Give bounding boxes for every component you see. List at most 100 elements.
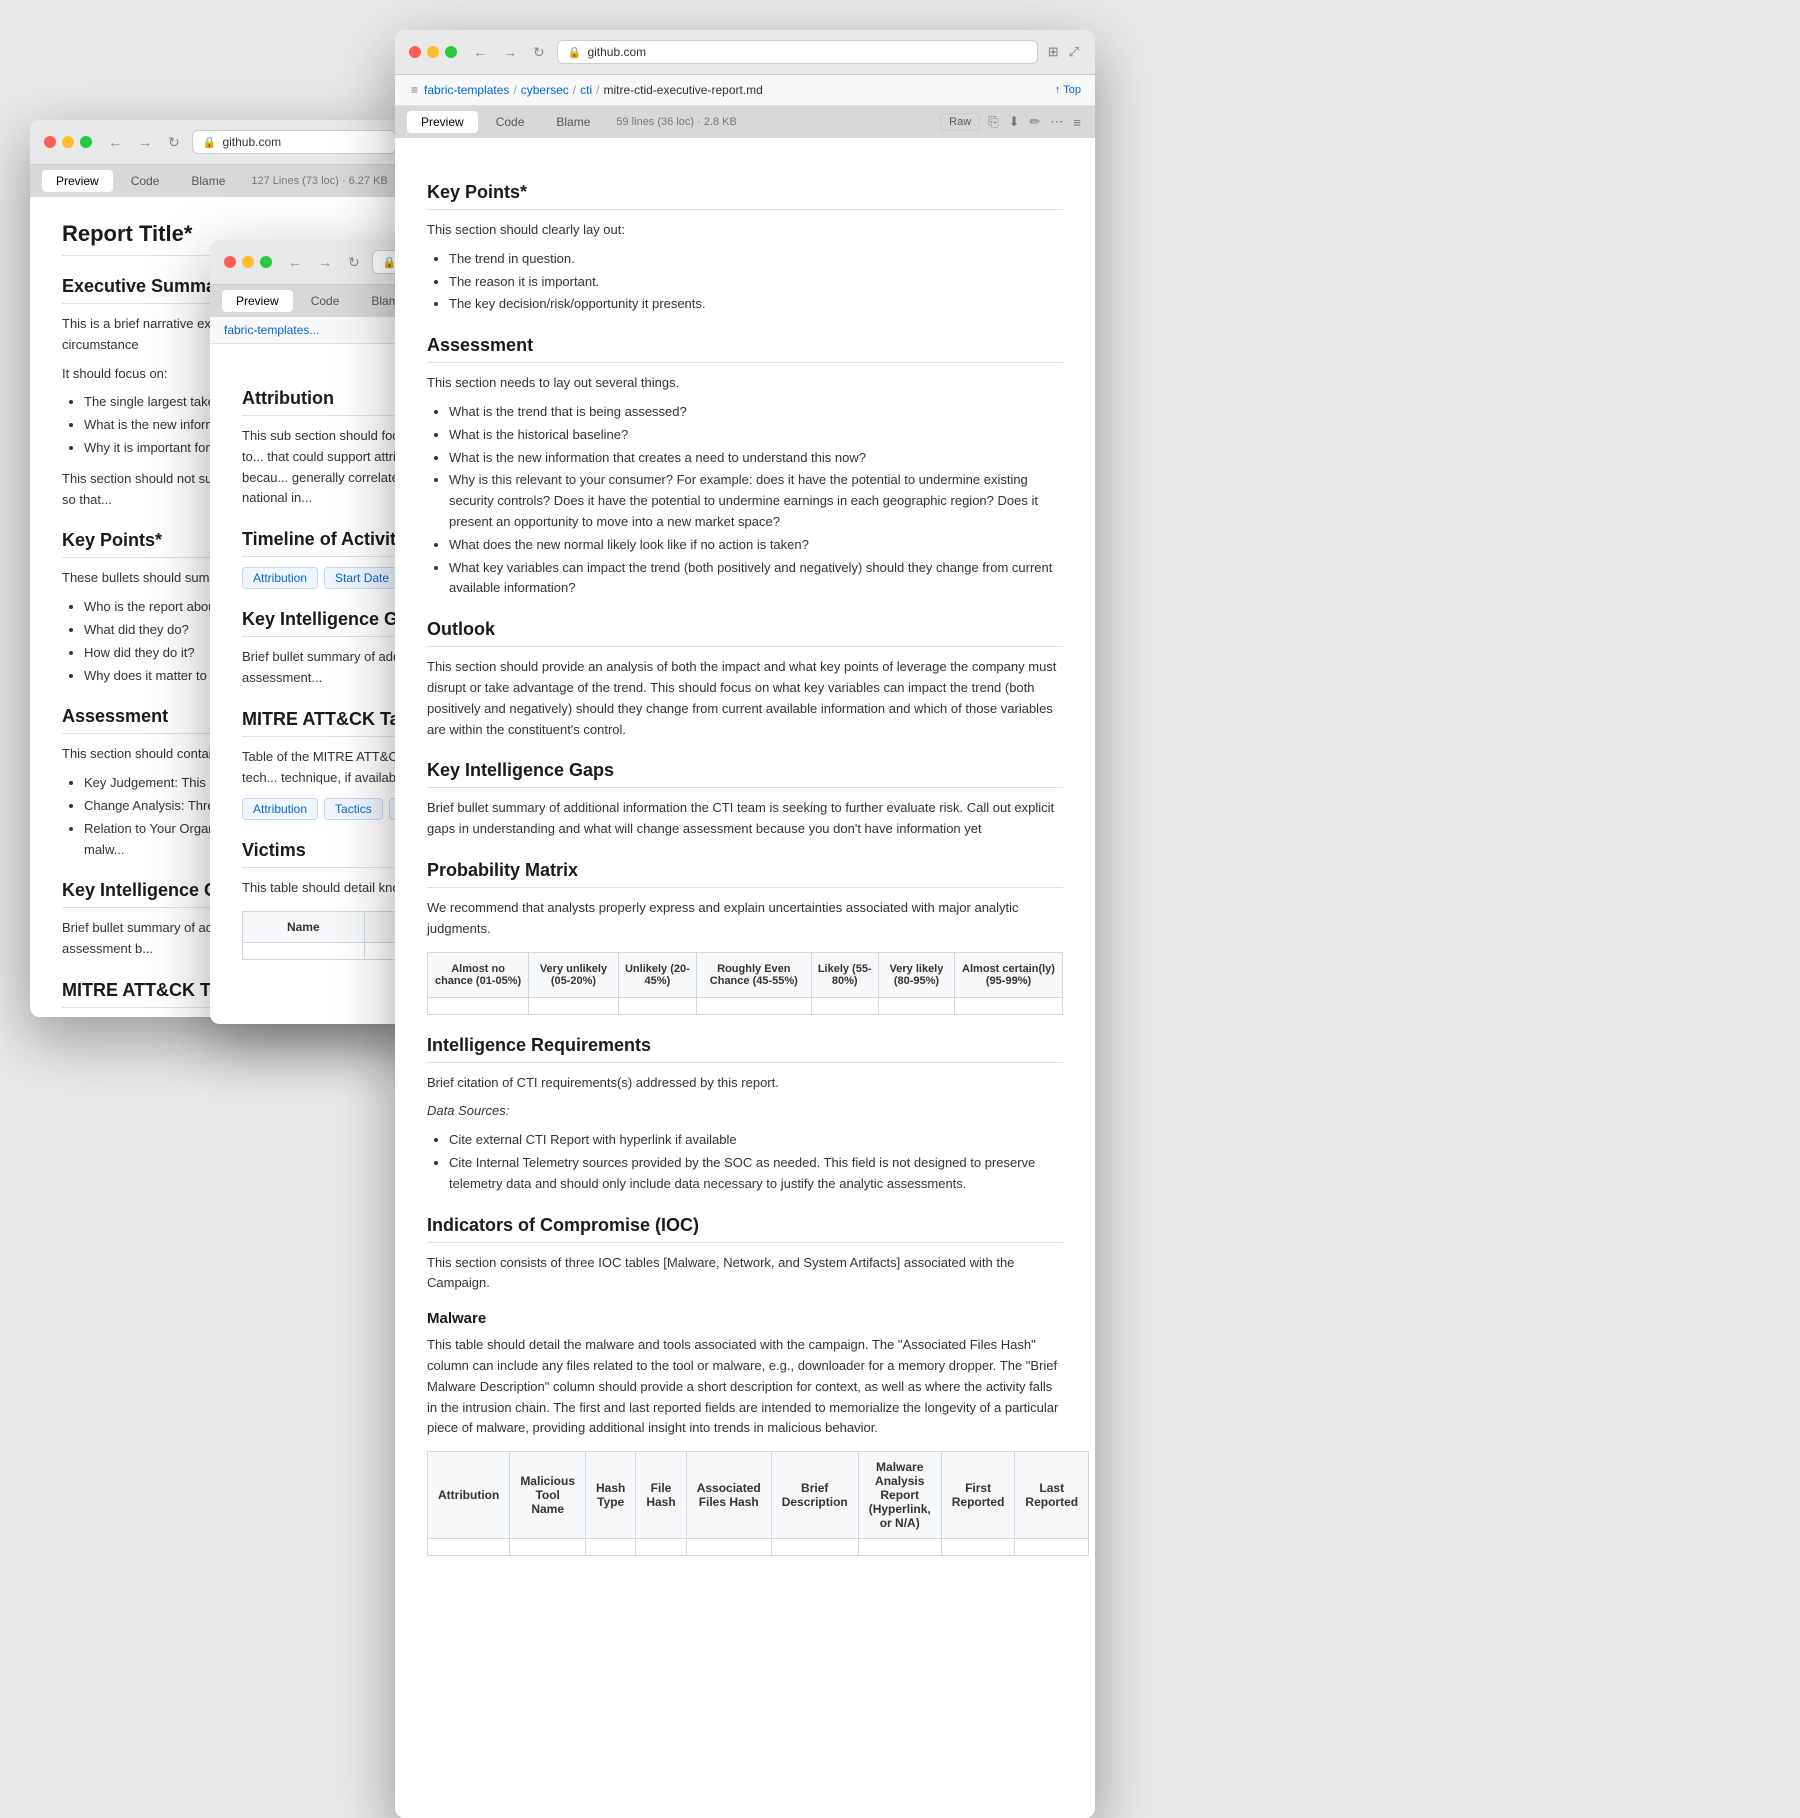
reload-button-2[interactable]: ↻ (344, 252, 364, 273)
md-content-3: Key Points* This section should clearly … (427, 182, 1063, 1556)
tab-preview-1[interactable]: Preview (42, 170, 113, 192)
tab-blame-1[interactable]: Blame (177, 170, 239, 192)
top-link[interactable]: ↑ Top (1055, 84, 1081, 96)
malware-col-attribution: Attribution (428, 1452, 510, 1539)
prob-col-4: Roughly Even Chance (45-55%) (697, 952, 812, 997)
url-bar-3[interactable]: 🔒 github.com (557, 40, 1038, 64)
intel-req-heading: Intelligence Requirements (427, 1035, 1063, 1063)
minimize-button[interactable] (62, 136, 74, 148)
split-view-icon[interactable]: ⊞ (1046, 42, 1061, 62)
content-area-3: Key Points* This section should clearly … (395, 138, 1095, 1818)
assess3-bullet-4: Why is this relevant to your consumer? F… (449, 470, 1063, 532)
breadcrumb-bar-3: ≡ fabric-templates / cybersec / cti / mi… (395, 75, 1095, 106)
top-icons-3: ⊞ ⤢ (1046, 42, 1081, 62)
tag-tactics-2[interactable]: Tactics (324, 798, 383, 820)
file-info-1: 127 Lines (73 loc) · 6.27 KB (251, 175, 387, 187)
lock-icon: 🔒 (203, 136, 217, 149)
maximize-button-3[interactable] (445, 46, 457, 58)
close-button[interactable] (44, 136, 56, 148)
key-points-heading-3: Key Points* (427, 182, 1063, 210)
breadcrumb-link-2[interactable]: fabric-templates... (224, 323, 319, 337)
url-bar-1[interactable]: 🔒 github.com (192, 130, 396, 154)
traffic-lights-3 (409, 46, 457, 58)
more-options-icon[interactable]: ⋯ (1048, 112, 1065, 132)
reload-button-3[interactable]: ↻ (529, 42, 549, 63)
assess3-bullet-6: What key variables can impact the trend … (449, 558, 1063, 600)
key-points-intro-3: This section should clearly lay out: (427, 220, 1063, 241)
prob-matrix-intro: We recommend that analysts properly expr… (427, 898, 1063, 940)
close-button-3[interactable] (409, 46, 421, 58)
malware-col-hash-type: Hash Type (586, 1452, 636, 1539)
sidebar-toggle-icon[interactable]: ≡ (409, 81, 420, 99)
tag-attribution-3[interactable]: Attribution (242, 798, 318, 820)
traffic-lights-2 (224, 256, 272, 268)
maximize-button[interactable] (80, 136, 92, 148)
malware-col-first-reported: First Reported (941, 1452, 1015, 1539)
forward-button-2[interactable]: → (314, 252, 336, 272)
probability-matrix-table: Almost no chance (01-05%) Very unlikely … (427, 952, 1063, 1015)
ds-bullet-2: Cite Internal Telemetry sources provided… (449, 1153, 1063, 1195)
tab-bar-1: Preview Code Blame 127 Lines (73 loc) · … (30, 165, 410, 197)
url-text-3: github.com (587, 45, 646, 59)
breadcrumb-repo[interactable]: fabric-templates (424, 83, 509, 97)
key-points-bullets-3: The trend in question. The reason it is … (427, 249, 1063, 315)
maximize-button-2[interactable] (260, 256, 272, 268)
malware-heading: Malware (427, 1310, 1063, 1327)
list-icon[interactable]: ≡ (1071, 113, 1083, 132)
breadcrumb-cti[interactable]: cti (580, 83, 592, 97)
copy-icon[interactable]: ⎘ (986, 112, 1000, 132)
forward-button[interactable]: → (134, 132, 156, 152)
toolbar-3: ← → ↻ 🔒 github.com ⊞ ⤢ (395, 30, 1095, 75)
traffic-lights-1 (44, 136, 92, 148)
kp3-bullet-1: The trend in question. (449, 249, 1063, 270)
prob-col-3: Unlikely (20-45%) (618, 952, 696, 997)
kp3-bullet-2: The reason it is important. (449, 272, 1063, 293)
breadcrumb-sep-2: / (573, 83, 576, 97)
download-icon[interactable]: ⬇ (1007, 112, 1022, 132)
ioc-heading: Indicators of Compromise (IOC) (427, 1215, 1063, 1243)
kp3-bullet-3: The key decision/risk/opportunity it pre… (449, 294, 1063, 315)
tab-preview-2[interactable]: Preview (222, 290, 293, 312)
intel-gaps-heading-3: Key Intelligence Gaps (427, 760, 1063, 788)
malware-col-assoc-files: Associated Files Hash (686, 1452, 771, 1539)
breadcrumb-cybersec[interactable]: cybersec (521, 83, 569, 97)
assess3-bullet-2: What is the historical baseline? (449, 425, 1063, 446)
forward-button-3[interactable]: → (499, 42, 521, 62)
prob-col-7: Almost certain(ly) (95-99%) (955, 952, 1063, 997)
tag-start-date[interactable]: Start Date (324, 567, 400, 589)
ds-bullet-1: Cite external CTI Report with hyperlink … (449, 1130, 1063, 1151)
reload-button[interactable]: ↻ (164, 132, 184, 153)
minimize-button-3[interactable] (427, 46, 439, 58)
edit-icon[interactable]: ✏ (1028, 112, 1043, 132)
tab-code-1[interactable]: Code (117, 170, 174, 192)
tab-bar-3: Preview Code Blame 59 lines (36 loc) · 2… (395, 106, 1095, 138)
data-sources-label: Data Sources: (427, 1101, 1063, 1122)
malware-col-brief-desc: Brief Description (771, 1452, 858, 1539)
back-button-2[interactable]: ← (284, 252, 306, 272)
fullscreen-icon[interactable]: ⤢ (1067, 42, 1081, 62)
back-button-3[interactable]: ← (469, 42, 491, 62)
tab-code-2[interactable]: Code (297, 290, 354, 312)
data-sources-bullets: Cite external CTI Report with hyperlink … (427, 1130, 1063, 1194)
close-button-2[interactable] (224, 256, 236, 268)
back-button[interactable]: ← (104, 132, 126, 152)
raw-button[interactable]: Raw (940, 113, 980, 131)
prob-matrix-heading: Probability Matrix (427, 860, 1063, 888)
minimize-button-2[interactable] (242, 256, 254, 268)
tab-code-3[interactable]: Code (482, 111, 539, 133)
malware-col-last-reported: Last Reported (1015, 1452, 1089, 1539)
victims-col-name: Name (243, 912, 365, 943)
assess3-bullet-3: What is the new information that creates… (449, 448, 1063, 469)
tab-preview-3[interactable]: Preview (407, 111, 478, 133)
prob-col-2: Very unlikely (05-20%) (529, 952, 619, 997)
prob-row (428, 997, 1063, 1014)
prob-col-6: Very likely (80-95%) (878, 952, 954, 997)
assessment-bullets-3: What is the trend that is being assessed… (427, 402, 1063, 599)
tag-attribution-2[interactable]: Attribution (242, 567, 318, 589)
breadcrumb-sep-3: / (596, 83, 599, 97)
assessment-heading-3: Assessment (427, 335, 1063, 363)
tab-blame-3[interactable]: Blame (542, 111, 604, 133)
malware-col-analysis-report: Malware Analysis Report (Hyperlink, or N… (858, 1452, 941, 1539)
malware-table: Attribution Malicious Tool Name Hash Typ… (427, 1451, 1089, 1556)
prob-col-1: Almost no chance (01-05%) (428, 952, 529, 997)
